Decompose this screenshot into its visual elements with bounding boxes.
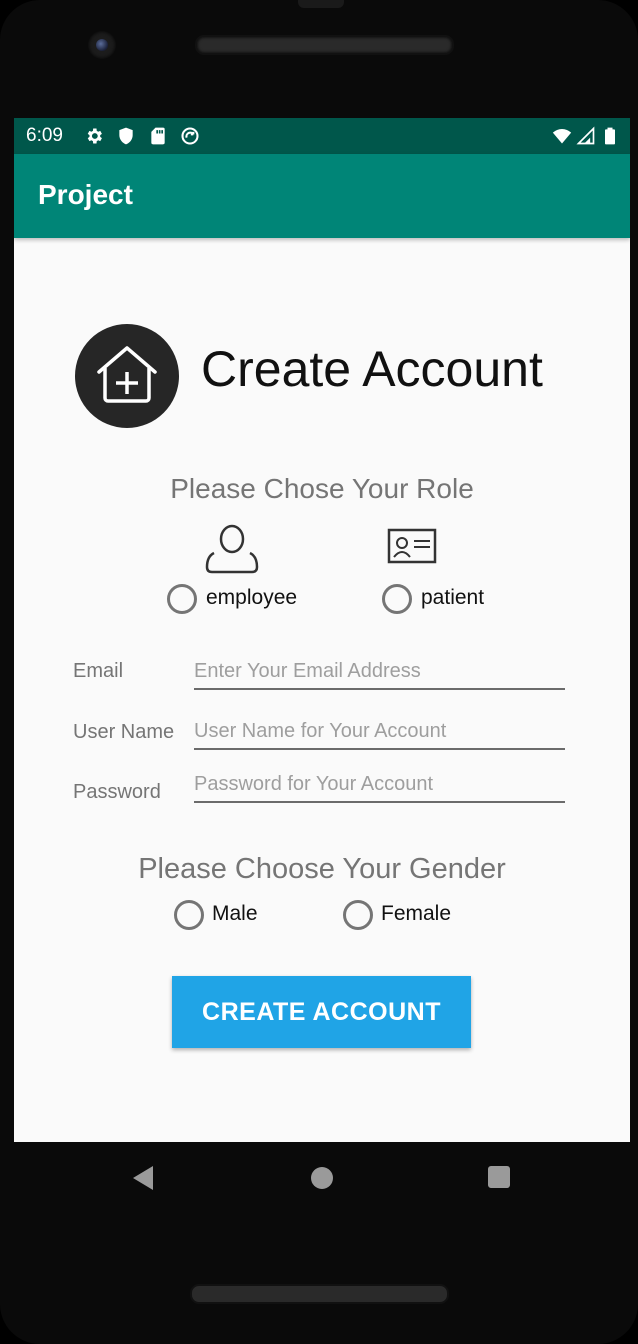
username-label: User Name	[73, 721, 175, 743]
top-notch	[298, 0, 344, 8]
female-radio[interactable]	[343, 900, 373, 930]
female-label: Female	[381, 902, 452, 925]
home-add-icon	[97, 346, 157, 403]
home-icon[interactable]	[311, 1167, 333, 1189]
gender-title: Please Choose Your Gender	[138, 853, 506, 885]
male-radio[interactable]	[174, 900, 204, 930]
signal-icon	[576, 126, 595, 145]
sd-card-icon	[151, 127, 165, 145]
status-time: 6:09	[26, 125, 63, 146]
logo-badge	[75, 324, 179, 428]
employee-radio[interactable]	[167, 584, 197, 614]
email-label: Email	[73, 660, 124, 682]
wifi-icon	[552, 129, 572, 144]
person-icon	[205, 524, 259, 574]
page-title: Create Account	[201, 341, 543, 397]
status-bar: 6:09	[14, 118, 630, 154]
app-title: Project	[38, 179, 133, 210]
patient-radio[interactable]	[382, 584, 412, 614]
email-field[interactable]	[194, 654, 565, 690]
male-label: Male	[212, 902, 258, 925]
password-label: Password	[73, 781, 161, 803]
create-account-button[interactable]: CREATE ACCOUNT	[172, 976, 471, 1048]
camera-lens	[96, 39, 108, 51]
username-field[interactable]	[194, 714, 565, 750]
recents-icon[interactable]	[488, 1166, 510, 1188]
gear-icon	[87, 128, 102, 144]
employee-label: employee	[206, 586, 298, 609]
password-field[interactable]	[194, 767, 565, 803]
role-title: Please Chose Your Role	[170, 473, 474, 504]
patient-label: patient	[421, 586, 485, 609]
earpiece-speaker	[195, 35, 454, 55]
front-camera	[88, 31, 116, 59]
bottom-speaker	[190, 1284, 449, 1304]
phone-frame: 6:09 Project Create Account Please Chose…	[0, 0, 638, 1344]
shield-icon	[119, 127, 133, 145]
id-card-icon	[387, 528, 437, 564]
app-bar: Project	[14, 154, 630, 238]
app-screen: 6:09 Project Create Account Please Chose…	[14, 118, 630, 1142]
back-icon[interactable]	[131, 1165, 155, 1191]
battery-icon	[605, 127, 615, 145]
sync-icon	[181, 127, 199, 145]
